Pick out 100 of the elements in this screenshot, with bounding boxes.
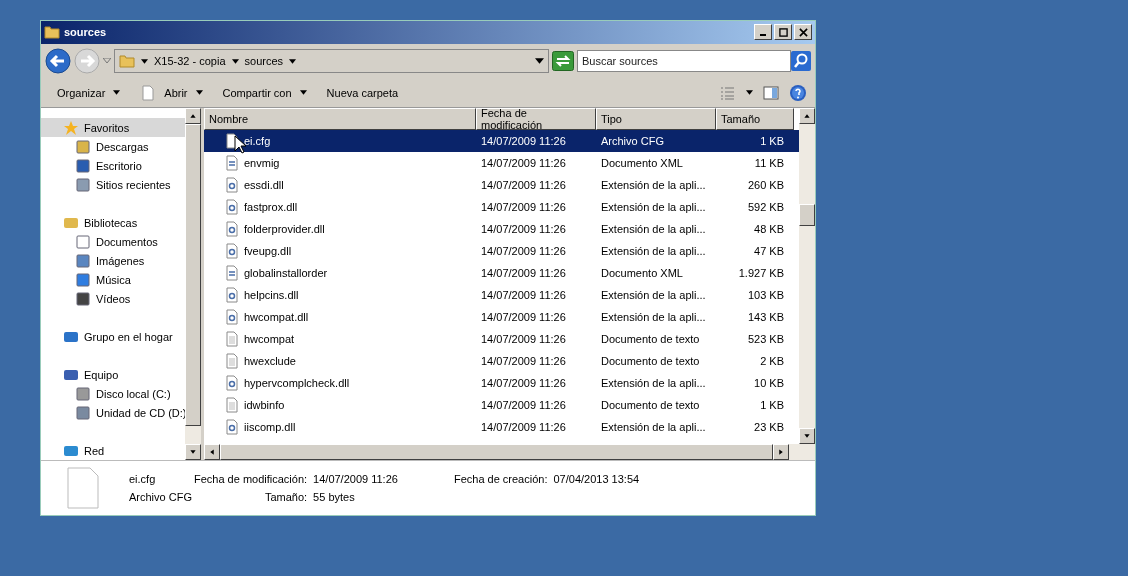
back-button[interactable]: [45, 48, 71, 75]
file-row[interactable]: folderprovider.dll 14/07/2009 11:26 Extensión de la apli... 48 KB: [204, 218, 799, 240]
sidebar-item[interactable]: Bibliotecas: [41, 213, 185, 232]
caret-icon[interactable]: [141, 58, 148, 64]
size-cell-text: 103 KB: [746, 289, 785, 301]
folder-icon: [119, 53, 135, 70]
scrollbar[interactable]: [799, 108, 815, 444]
file-row[interactable]: hypervcomplcheck.dll 14/07/2009 11:26 Extensión de la apli... 10 KB: [204, 372, 799, 394]
gear-file-icon: [224, 309, 240, 325]
type-cell-text: Extensión de la apli...: [600, 245, 707, 257]
caret-icon[interactable]: [746, 90, 753, 96]
date-cell-text: 14/07/2009 11:26: [480, 201, 567, 213]
sidebar-item[interactable]: Imágenes: [41, 251, 185, 270]
sidebar-item[interactable]: Escritorio: [41, 156, 185, 175]
gear-file-icon: [224, 419, 240, 435]
toolbar-button[interactable]: Organizar: [55, 84, 123, 101]
gear-file-icon: [224, 177, 240, 193]
toolbar-button[interactable]: Abrir: [138, 82, 205, 103]
file-name: essdi.dll: [244, 179, 284, 191]
date-cell-text: 14/07/2009 11:26: [480, 223, 567, 235]
file-row[interactable]: globalinstallorder 14/07/2009 11:26 Documento XML 1.927 KB: [204, 262, 799, 284]
size-cell-text: 47 KB: [753, 245, 785, 257]
sidebar-item[interactable]: Grupo en el hogar: [41, 327, 185, 346]
column-header[interactable]: Nombre: [204, 108, 476, 130]
size-cell-text: 260 KB: [746, 179, 785, 191]
breadcrumb[interactable]: sources: [244, 55, 284, 68]
scroll-down-icon[interactable]: [185, 444, 201, 460]
sidebar-icon: [75, 176, 91, 193]
date-cell-text: 14/07/2009 11:26: [480, 333, 567, 345]
caret-icon[interactable]: [231, 58, 239, 64]
sidebar-item[interactable]: Unidad de CD (D:): [41, 403, 185, 422]
file-row[interactable]: idwbinfo 14/07/2009 11:26 Documento de texto 1 KB: [204, 394, 799, 416]
file-row[interactable]: fastprox.dll 14/07/2009 11:26 Extensión de la apli... 592 KB: [204, 196, 799, 218]
column-header[interactable]: Fecha de modificación: [476, 108, 596, 130]
column-header[interactable]: Tipo: [596, 108, 716, 130]
sidebar-item[interactable]: Favoritos: [41, 118, 185, 137]
file-row[interactable]: envmig 14/07/2009 11:26 Documento XML 11 KB: [204, 152, 799, 174]
scroll-thumb[interactable]: [799, 204, 815, 226]
file-row[interactable]: ei.cfg 14/07/2009 11:26 Archivo CFG 1 KB: [204, 130, 799, 152]
file-row[interactable]: hwcompat 14/07/2009 11:26 Documento de texto 523 KB: [204, 328, 799, 350]
minimize-button[interactable]: [754, 24, 772, 41]
file-row[interactable]: hwcompat.dll 14/07/2009 11:26 Extensión de la apli... 143 KB: [204, 306, 799, 328]
type-cell-text: Archivo CFG: [600, 135, 665, 147]
sidebar-item[interactable]: Descargas: [41, 137, 185, 156]
sidebar-item[interactable]: Red: [41, 441, 185, 460]
minimize-icon: [760, 34, 766, 37]
sidebar-item[interactable]: Disco local (C:): [41, 384, 185, 403]
detail-label: Tamaño:: [264, 491, 308, 503]
file-name: envmig: [244, 157, 280, 169]
search-field[interactable]: Buscar sources: [577, 50, 791, 73]
file-row[interactable]: fveupg.dll 14/07/2009 11:26 Extensión de la apli... 47 KB: [204, 240, 799, 262]
column-header[interactable]: Tamaño: [716, 108, 794, 130]
type-cell-text: Extensión de la apli...: [600, 223, 707, 235]
maximize-button[interactable]: [774, 24, 792, 41]
dropdown-caret-icon[interactable]: [535, 58, 544, 65]
detail-value: 14/07/2009 11:26: [313, 473, 398, 485]
type-cell-text: Documento de texto: [600, 355, 701, 367]
sidebar-item[interactable]: Equipo: [41, 365, 185, 384]
star-icon: [63, 119, 79, 136]
file-row[interactable]: hwexclude 14/07/2009 11:26 Documento de texto 2 KB: [204, 350, 799, 372]
refresh-button[interactable]: [552, 51, 574, 72]
date-cell-text: 14/07/2009 11:26: [480, 421, 567, 433]
caret-icon[interactable]: [289, 58, 297, 64]
gear-file-icon: [224, 375, 240, 391]
sidebar-icon: [75, 252, 91, 269]
file-icon: [67, 467, 99, 509]
caret-icon: [113, 90, 121, 96]
size-cell-text: 523 KB: [746, 333, 785, 345]
toolbar-button[interactable]: Nueva carpeta: [324, 84, 401, 101]
sidebar-item[interactable]: Vídeos: [41, 289, 185, 308]
gear-file-icon: [224, 243, 240, 259]
file-name: ei.cfg: [129, 473, 157, 485]
preview-pane-icon[interactable]: [763, 84, 779, 101]
scroll-up-icon[interactable]: [185, 108, 201, 124]
file-row[interactable]: iiscomp.dll 14/07/2009 11:26 Extensión de la apli... 23 KB: [204, 416, 799, 438]
scroll-down-icon[interactable]: [799, 428, 815, 444]
sidebar-item[interactable]: Documentos: [41, 232, 185, 251]
file-row[interactable]: helpcins.dll 14/07/2009 11:26 Extensión de la apli... 103 KB: [204, 284, 799, 306]
size-cell-text: 1.927 KB: [737, 267, 785, 279]
sidebar-item[interactable]: Sitios recientes: [41, 175, 185, 194]
help-icon[interactable]: [789, 83, 807, 102]
text-file-icon: [224, 331, 240, 347]
file-icon: [140, 84, 157, 101]
address-bar[interactable]: X15-32 - copia sources: [114, 49, 549, 74]
history-caret-icon[interactable]: [103, 58, 111, 65]
file-row[interactable]: essdi.dll 14/07/2009 11:26 Extensión de la apli... 260 KB: [204, 174, 799, 196]
scroll-left-icon[interactable]: [204, 444, 220, 460]
date-cell-text: 14/07/2009 11:26: [480, 399, 567, 411]
date-cell-text: 14/07/2009 11:26: [480, 377, 567, 389]
close-button[interactable]: [794, 24, 812, 41]
folder-icon: [44, 24, 60, 41]
sidebar-item[interactable]: Música: [41, 270, 185, 289]
breadcrumb[interactable]: X15-32 - copia: [154, 55, 226, 68]
search-icon[interactable]: [791, 51, 811, 72]
scroll-up-icon[interactable]: [799, 108, 815, 124]
file-name: helpcins.dll: [244, 289, 299, 301]
date-cell-text: 14/07/2009 11:26: [480, 267, 567, 279]
toolbar-button[interactable]: Compartir con: [220, 84, 309, 101]
scroll-right-icon[interactable]: [773, 444, 789, 460]
file-name: hwexclude: [244, 355, 296, 367]
